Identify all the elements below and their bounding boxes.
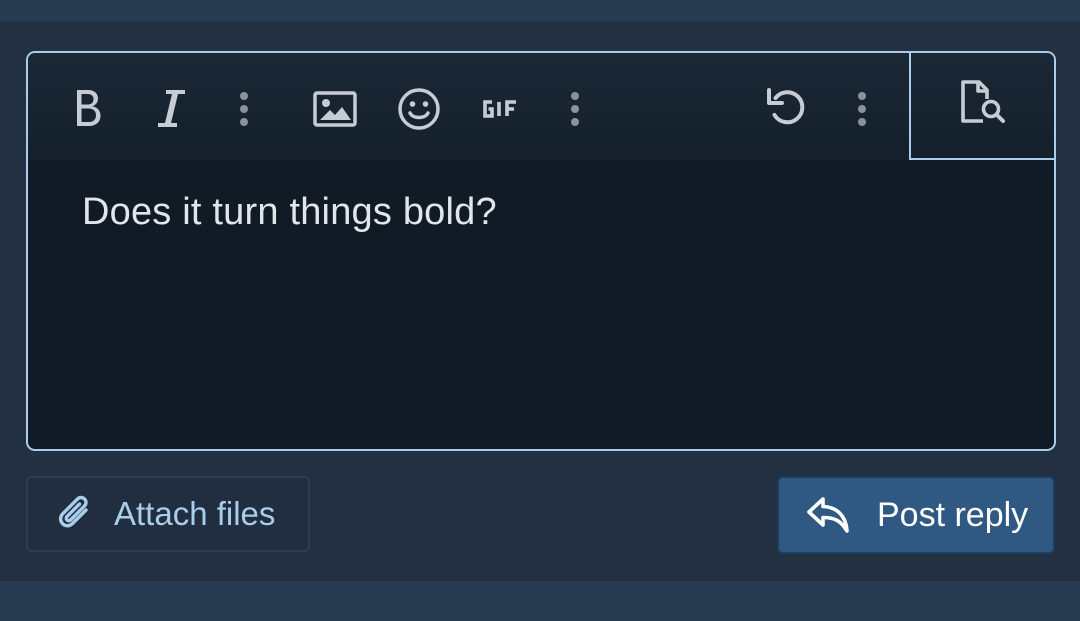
post-reply-button[interactable]: Post reply bbox=[777, 476, 1055, 554]
smiley-icon bbox=[397, 87, 441, 131]
more-options-button[interactable] bbox=[852, 81, 872, 137]
vertical-ellipsis-icon bbox=[238, 91, 250, 127]
italic-button[interactable] bbox=[152, 81, 192, 137]
gif-button[interactable] bbox=[478, 81, 524, 137]
attach-files-label: Attach files bbox=[114, 495, 276, 532]
preview-toggle-button[interactable] bbox=[909, 53, 1054, 160]
undo-icon bbox=[764, 86, 810, 132]
vertical-ellipsis-icon bbox=[856, 91, 868, 127]
more-insert-options-button[interactable] bbox=[565, 81, 585, 137]
top-strip bbox=[0, 0, 1080, 23]
editor-content[interactable]: Does it turn things bold? bbox=[82, 191, 497, 234]
document-search-icon bbox=[959, 79, 1009, 130]
editor-toolbar bbox=[28, 53, 1054, 161]
more-text-options-button[interactable] bbox=[234, 81, 254, 137]
smilies-button[interactable] bbox=[394, 81, 444, 137]
attach-files-button[interactable]: Attach files bbox=[26, 476, 310, 552]
vertical-ellipsis-icon bbox=[569, 91, 581, 127]
reply-arrow-icon bbox=[805, 493, 853, 537]
undo-button[interactable] bbox=[762, 81, 812, 137]
message-editor[interactable]: Does it turn things bold? bbox=[26, 51, 1056, 451]
paperclip-icon bbox=[56, 493, 98, 535]
bottom-strip bbox=[0, 581, 1080, 621]
gif-icon bbox=[481, 99, 521, 119]
bold-icon bbox=[71, 87, 105, 131]
insert-image-button[interactable] bbox=[310, 81, 360, 137]
image-icon bbox=[313, 91, 357, 127]
italic-icon bbox=[157, 87, 187, 131]
post-reply-label: Post reply bbox=[877, 495, 1029, 534]
bold-button[interactable] bbox=[68, 81, 108, 137]
